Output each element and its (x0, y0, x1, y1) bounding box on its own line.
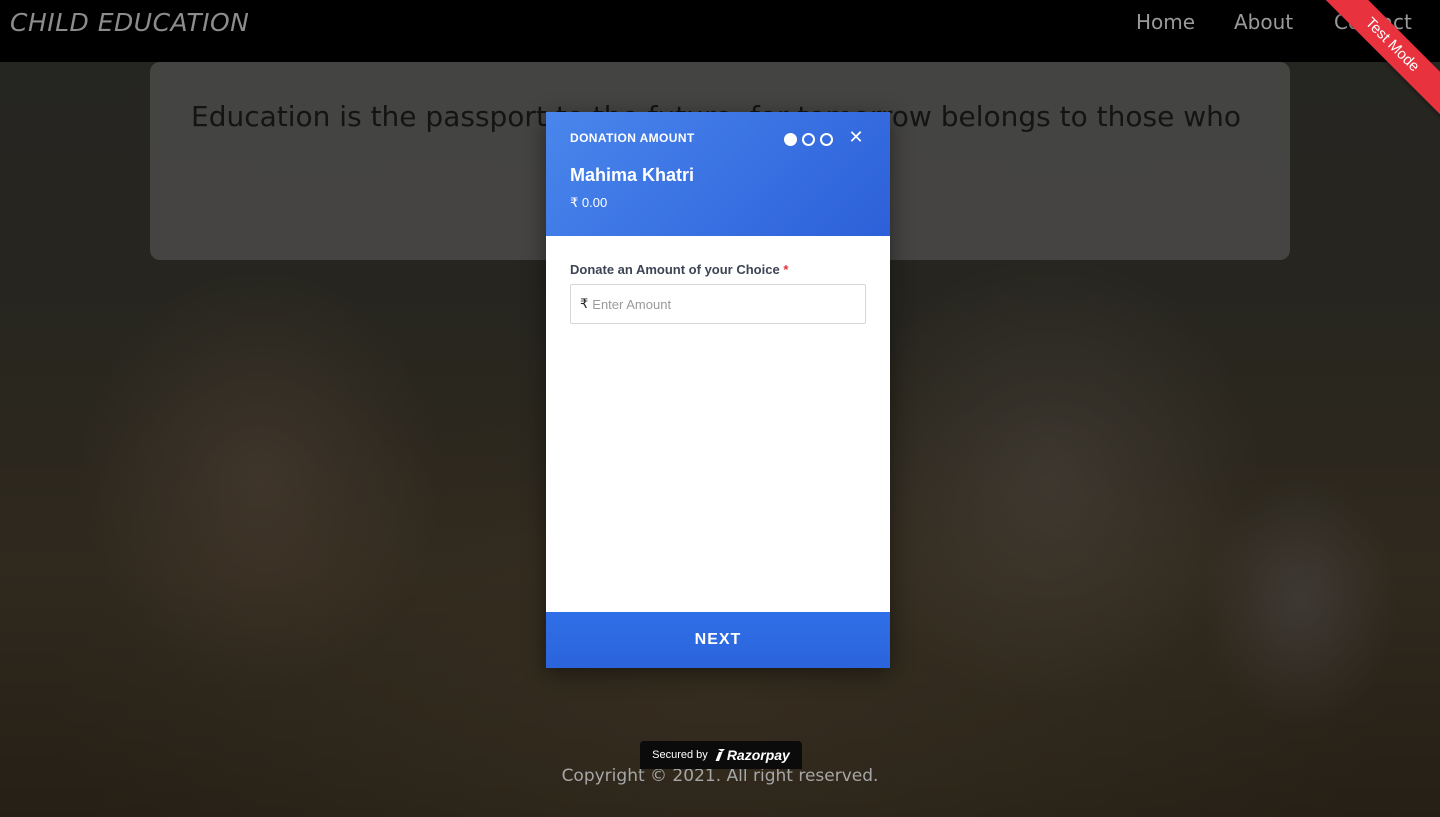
amount-input[interactable] (592, 289, 853, 319)
rupee-icon: ₹ (580, 296, 589, 312)
step-dot-1 (784, 133, 797, 146)
amount-input-wrapper[interactable]: ₹ (570, 284, 866, 324)
step-title: DONATION AMOUNT (570, 131, 695, 145)
next-button[interactable]: NEXT (546, 612, 890, 668)
step-indicator (784, 133, 833, 146)
required-mark: * (783, 262, 789, 277)
merchant-name: Mahima Khatri (570, 165, 695, 185)
razorpay-wordmark: Razorpay (726, 747, 790, 763)
test-mode-label: Test Mode (1310, 0, 1440, 127)
amount-field-label-text: Donate an Amount of your Choice (570, 262, 780, 277)
checkout-header: DONATION AMOUNT ✕ Mahima Khatri ₹ 0.00 (546, 112, 890, 236)
amount-summary: ₹ 0.00 (570, 195, 608, 210)
site-brand[interactable]: CHILD EDUCATION (10, 8, 249, 37)
amount-field-label: Donate an Amount of your Choice * (570, 262, 788, 277)
secured-by-badge: Secured by Razorpay (640, 741, 802, 769)
donation-checkout-modal: DONATION AMOUNT ✕ Mahima Khatri ₹ 0.00 D… (546, 112, 890, 668)
close-icon[interactable]: ✕ (848, 127, 864, 149)
secured-by-label: Secured by (652, 749, 708, 761)
nav-about-link[interactable]: About (1234, 10, 1293, 34)
razorpay-mark-icon (715, 749, 725, 761)
razorpay-logo: Razorpay (714, 747, 790, 763)
step-dot-3 (820, 133, 833, 146)
test-mode-ribbon: Test Mode (1300, 0, 1440, 140)
footer-copyright: Copyright © 2021. All right reserved. (561, 766, 879, 786)
step-dot-2 (802, 133, 815, 146)
nav-home-link[interactable]: Home (1136, 10, 1195, 34)
site-header: CHILD EDUCATION Home About Contact (0, 0, 1440, 62)
